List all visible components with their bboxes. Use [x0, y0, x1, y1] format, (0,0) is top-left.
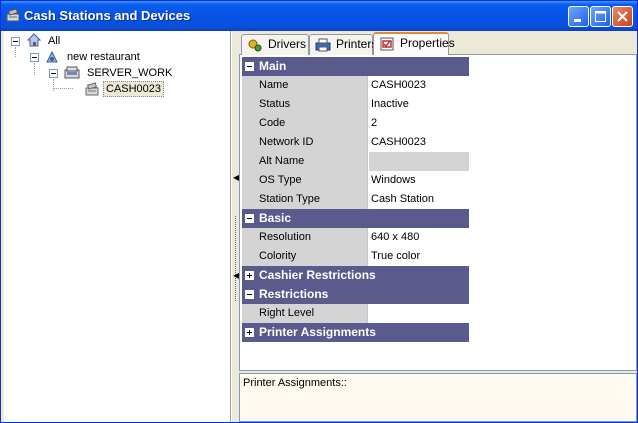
tree-connector	[53, 88, 73, 89]
pane-splitter[interactable]: ◀ ◀	[231, 31, 239, 422]
property-value[interactable]: Cash Station	[369, 190, 469, 209]
minimize-icon	[574, 19, 581, 22]
tree-node-all[interactable]: All	[10, 33, 110, 49]
property-row-colority[interactable]: Colority True color	[242, 247, 469, 266]
category-label: Restrictions	[259, 287, 329, 301]
collapse-icon[interactable]	[30, 53, 39, 62]
property-value[interactable]	[369, 304, 469, 323]
tree-node-new-restaurant[interactable]: new restaurant	[29, 49, 169, 65]
tree-node-label: new restaurant	[67, 51, 140, 63]
property-row-right-level[interactable]: Right Level	[242, 304, 469, 323]
property-row-station-type[interactable]: Station Type Cash Station	[242, 190, 469, 209]
collapse-icon[interactable]	[245, 62, 254, 71]
property-value[interactable]: 640 x 480	[369, 228, 469, 247]
property-name: Colority	[242, 247, 368, 266]
tree-node-label: All	[48, 35, 61, 47]
maximize-icon	[595, 11, 606, 22]
property-row-code[interactable]: Code 2	[242, 114, 469, 133]
close-button[interactable]	[612, 6, 633, 27]
cash-register-icon	[6, 8, 20, 22]
main-window: Cash Stations and Devices All new restau…	[0, 0, 638, 423]
category-label: Basic	[259, 211, 292, 225]
category-restrictions[interactable]: Restrictions	[242, 285, 469, 304]
house-icon	[26, 33, 42, 47]
tab-drivers[interactable]: Drivers	[241, 34, 309, 55]
close-icon	[617, 11, 628, 22]
property-name: Alt Name	[242, 152, 368, 171]
property-row-status[interactable]: Status Inactive	[242, 95, 469, 114]
category-label: Cashier Restrictions	[259, 268, 376, 282]
property-name: Station Type	[242, 190, 368, 209]
category-main[interactable]: Main	[242, 57, 469, 76]
property-name: Status	[242, 95, 368, 114]
property-grid[interactable]: Main Name CASH0023 Status Inactive Code …	[239, 55, 637, 371]
tab-label: Printers	[336, 37, 378, 51]
property-row-os-type[interactable]: OS Type Windows	[242, 171, 469, 190]
tree-node-label: CASH0023	[103, 81, 165, 97]
property-value[interactable]: True color	[369, 247, 469, 266]
description-text: Printer Assignments::	[243, 377, 347, 389]
server-icon	[64, 66, 80, 79]
property-name: Name	[242, 76, 368, 95]
printer-icon	[315, 38, 331, 52]
expand-icon[interactable]	[245, 328, 254, 337]
category-cashier-restrictions[interactable]: Cashier Restrictions	[242, 266, 469, 285]
property-value[interactable]: CASH0023	[369, 76, 469, 95]
expand-icon[interactable]	[245, 271, 254, 280]
collapse-icon[interactable]	[11, 37, 20, 46]
category-printer-assignments[interactable]: Printer Assignments	[242, 323, 469, 342]
tab-properties[interactable]: Properties	[373, 32, 455, 56]
property-row-network-id[interactable]: Network ID CASH0023	[242, 133, 469, 152]
drivers-icon	[248, 39, 262, 52]
property-name: Resolution	[242, 228, 368, 247]
tab-printers[interactable]: Printers	[309, 34, 377, 55]
property-name: Code	[242, 114, 368, 133]
tree-node-label: SERVER_WORK	[87, 67, 173, 79]
station-tree[interactable]: All new restaurant SERVER_WORK CASH0023	[4, 31, 231, 422]
splitter-grip[interactable]	[235, 216, 236, 301]
tab-label: Drivers	[268, 37, 306, 51]
category-label: Main	[259, 59, 287, 73]
property-value[interactable]: Windows	[369, 171, 469, 190]
property-value[interactable]: Inactive	[369, 95, 469, 114]
property-value[interactable]: CASH0023	[369, 133, 469, 152]
property-value[interactable]	[369, 152, 469, 171]
property-value[interactable]: 2	[369, 114, 469, 133]
property-name: OS Type	[242, 171, 368, 190]
tree-node-server-work[interactable]: SERVER_WORK	[48, 65, 188, 81]
tab-strip: Drivers Printers Properties	[239, 31, 637, 56]
category-label: Printer Assignments	[259, 325, 376, 339]
category-basic[interactable]: Basic	[242, 209, 469, 228]
property-row-name[interactable]: Name CASH0023	[242, 76, 469, 95]
details-pane: Drivers Printers Properties Main Name CA…	[239, 31, 637, 422]
collapse-icon[interactable]	[245, 214, 254, 223]
maximize-button[interactable]	[590, 6, 611, 27]
property-description: Printer Assignments::	[239, 373, 637, 422]
property-row-resolution[interactable]: Resolution 640 x 480	[242, 228, 469, 247]
window-title: Cash Stations and Devices	[24, 8, 191, 23]
property-name: Network ID	[242, 133, 368, 152]
collapse-icon[interactable]	[245, 290, 254, 299]
minimize-button[interactable]	[568, 6, 589, 27]
collapse-icon[interactable]	[49, 69, 58, 78]
cash-station-icon	[85, 82, 99, 96]
restaurant-icon	[46, 50, 58, 63]
properties-icon	[380, 37, 394, 51]
property-row-alt-name[interactable]: Alt Name	[242, 152, 469, 171]
tab-label: Properties	[400, 36, 455, 50]
title-bar[interactable]: Cash Stations and Devices	[1, 1, 637, 31]
property-name: Right Level	[242, 304, 368, 323]
tree-node-cash0023[interactable]: CASH0023	[84, 81, 204, 97]
